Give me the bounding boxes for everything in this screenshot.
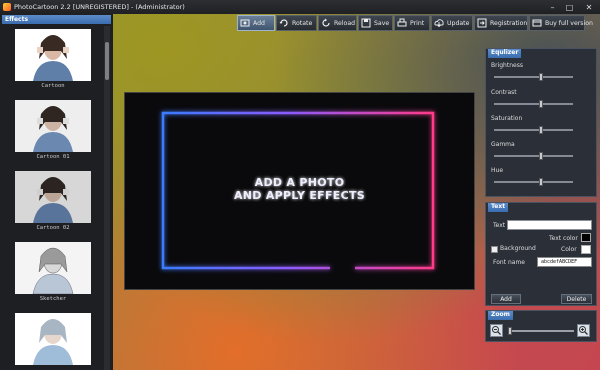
reload-label: Reload: [334, 19, 356, 27]
text-input[interactable]: [507, 220, 592, 230]
effect-label: Cartoon 01: [36, 154, 70, 160]
text-panel: Text Text Text color Background Color Fo…: [485, 202, 597, 306]
buy-label: Buy full version: [545, 19, 593, 27]
rotate-label: Rotate: [292, 19, 313, 27]
registration-label: Registration: [490, 19, 528, 27]
reload-button[interactable]: Reload: [318, 15, 357, 31]
text-label: Text: [493, 222, 506, 229]
font-sample: abcdefABCDEF: [541, 259, 578, 265]
background-label: Background: [500, 245, 536, 252]
update-button[interactable]: Update: [431, 15, 473, 31]
hue-slider[interactable]: [494, 178, 573, 186]
gamma-label: Gamma: [491, 141, 515, 148]
effect-thumbnail: [15, 171, 91, 223]
canvas-line-1: ADD A PHOTO: [254, 176, 345, 189]
zoom-in-icon[interactable]: [577, 324, 590, 337]
photo-canvas[interactable]: ADD A PHOTO AND APPLY EFFECTS: [124, 92, 475, 290]
zoom-out-icon[interactable]: [490, 324, 503, 337]
canvas-placeholder-text: ADD A PHOTO AND APPLY EFFECTS: [125, 176, 474, 202]
delete-text-button[interactable]: Delete: [561, 294, 592, 304]
effects-header: Effects: [2, 15, 111, 24]
add-label: Add: [253, 19, 265, 27]
save-icon: [361, 18, 371, 28]
registration-icon: [477, 18, 487, 28]
background-checkbox[interactable]: [491, 246, 498, 253]
hue-label: Hue: [491, 167, 504, 174]
saturation-label: Saturation: [491, 115, 523, 122]
effect-item-sketcher[interactable]: Sketcher: [15, 242, 91, 302]
brightness-slider[interactable]: [494, 73, 573, 81]
background-color-swatch[interactable]: [581, 245, 591, 254]
effect-thumbnail: [15, 242, 91, 294]
minimize-icon[interactable]: –: [544, 0, 561, 14]
contrast-slider[interactable]: [494, 100, 573, 108]
add-text-button[interactable]: Add: [491, 294, 521, 304]
buy-icon: [532, 18, 542, 28]
scroll-thumb[interactable]: [105, 42, 109, 80]
saturation-slider-thumb[interactable]: [539, 126, 543, 134]
app-icon: [3, 3, 11, 11]
effect-thumbnail: [15, 29, 91, 81]
effect-item[interactable]: [15, 313, 91, 367]
saturation-slider[interactable]: [494, 126, 573, 134]
rotate-icon: [279, 18, 289, 28]
brightness-label: Brightness: [491, 62, 523, 69]
gamma-slider-thumb[interactable]: [539, 152, 543, 160]
effect-item-cartoon-02[interactable]: Cartoon 02: [15, 171, 91, 231]
gamma-slider[interactable]: [494, 152, 573, 160]
effects-panel: Effects Cartoon Cartoon 01 Cartoon 02 Sk…: [0, 14, 113, 370]
text-color-label: Text color: [549, 235, 578, 242]
effects-list: Cartoon Cartoon 01 Cartoon 02 Sketcher: [3, 26, 103, 370]
reload-icon: [321, 18, 331, 28]
equalizer-panel: Equlizer Brightness Contrast Saturation …: [485, 48, 597, 197]
effects-title: Effects: [5, 16, 29, 23]
zoom-slider-thumb[interactable]: [508, 327, 512, 335]
save-button[interactable]: Save: [358, 15, 393, 31]
font-name-field[interactable]: abcdefABCDEF: [537, 257, 592, 267]
text-panel-title: Text: [488, 203, 509, 212]
contrast-slider-thumb[interactable]: [539, 100, 543, 108]
close-icon[interactable]: ✕: [578, 0, 600, 14]
effect-item-cartoon-01[interactable]: Cartoon 01: [15, 100, 91, 160]
effect-label: Cartoon: [41, 83, 65, 89]
effect-label: Cartoon 02: [36, 225, 70, 231]
effect-thumbnail: [15, 313, 91, 365]
zoom-slider[interactable]: [508, 327, 574, 335]
color-label: Color: [561, 246, 577, 253]
toolbar: Add Rotate Reload Save Print Update Regi…: [237, 14, 593, 32]
equalizer-title: Equlizer: [488, 49, 522, 58]
add-photo-icon: [240, 18, 250, 28]
contrast-label: Contrast: [491, 89, 517, 96]
effect-label: Sketcher: [39, 296, 67, 302]
add-button[interactable]: Add: [237, 15, 275, 31]
rotate-button[interactable]: Rotate: [276, 15, 317, 31]
canvas-line-2: AND APPLY EFFECTS: [233, 189, 366, 202]
zoom-panel: Zoom: [485, 310, 597, 342]
zoom-title: Zoom: [488, 311, 513, 320]
hue-slider-thumb[interactable]: [539, 178, 543, 186]
add-text-label: Add: [500, 295, 512, 303]
brightness-slider-thumb[interactable]: [539, 73, 543, 81]
update-icon: [434, 18, 444, 28]
window-title: PhotoCartoon 2.2 [UNREGISTERED] - (Admin…: [14, 3, 185, 11]
save-label: Save: [374, 19, 390, 27]
buy-full-version-button[interactable]: Buy full version: [529, 15, 593, 31]
effect-item-cartoon[interactable]: Cartoon: [15, 29, 91, 89]
maximize-icon[interactable]: □: [561, 0, 578, 14]
update-label: Update: [447, 19, 470, 27]
effects-scrollbar[interactable]: [104, 26, 110, 370]
effect-thumbnail: [15, 100, 91, 152]
font-name-label: Font name: [493, 259, 525, 266]
print-button[interactable]: Print: [394, 15, 430, 31]
registration-button[interactable]: Registration: [474, 15, 528, 31]
print-label: Print: [410, 19, 425, 27]
print-icon: [397, 18, 407, 28]
text-color-swatch[interactable]: [581, 233, 591, 242]
title-bar: PhotoCartoon 2.2 [UNREGISTERED] - (Admin…: [0, 0, 600, 14]
delete-text-label: Delete: [566, 295, 587, 303]
